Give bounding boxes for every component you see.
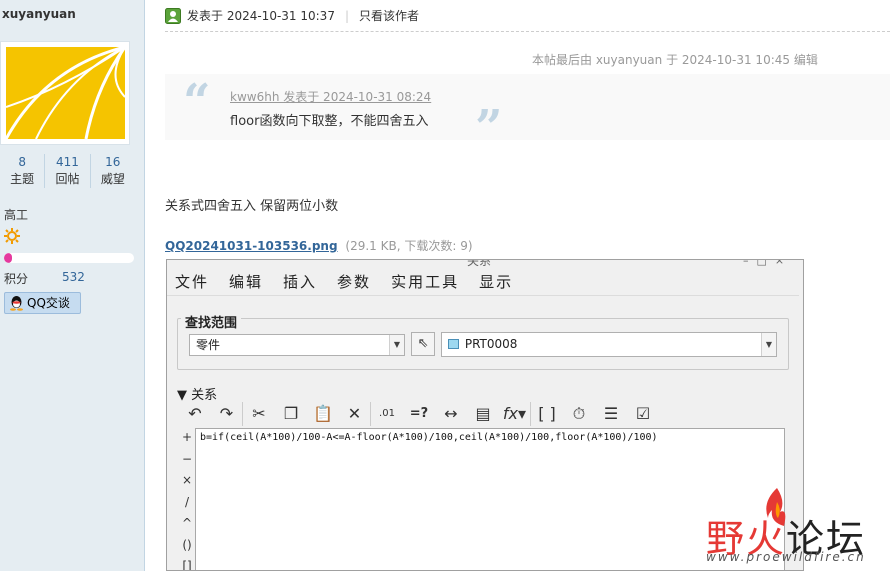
level-progress-fill [4, 253, 12, 263]
operator-plus[interactable]: + [181, 430, 193, 452]
operator-minus[interactable]: − [181, 452, 193, 474]
parameters-icon[interactable]: [ ] [531, 402, 563, 426]
quote-text: floor函数向下取整，不能四舍五入 [230, 114, 429, 129]
menu-display[interactable]: 显示 [477, 268, 521, 295]
scope-model-value: PRT0008 [464, 337, 518, 351]
stat-value: 8 [18, 155, 26, 169]
stat-value: 411 [56, 155, 79, 169]
undo-icon[interactable]: ↶ [179, 402, 211, 426]
post-timestamp: 发表于 2024-10-31 10:37 [187, 9, 335, 23]
operator-multiply[interactable]: × [181, 473, 193, 495]
qq-penguin-icon [10, 296, 23, 311]
attachment-link[interactable]: QQ20241031-103536.png [165, 239, 338, 253]
menu-file[interactable]: 文件 [173, 268, 217, 295]
window-controls: –□× [743, 259, 793, 267]
attachment-meta: (29.1 KB, 下载次数: 9) [345, 239, 473, 253]
author-stats: 8 主题 411 回帖 16 威望 [0, 154, 135, 188]
qq-chat-label: QQ交谈 [27, 296, 70, 310]
part-icon [448, 339, 459, 349]
redo-icon[interactable]: ↷ [211, 402, 243, 426]
forum-watermark: 野火论坛 www.proewildfire.cn [700, 488, 890, 571]
level-progress-bar [4, 253, 134, 263]
points-label: 积分 [4, 272, 29, 286]
menu-parameters[interactable]: 参数 [335, 268, 379, 295]
stat-replies[interactable]: 411 回帖 [45, 154, 91, 188]
paste-icon[interactable]: 📋 [307, 402, 339, 426]
evaluate-icon[interactable]: =? [403, 402, 435, 426]
points-value: 532 [62, 270, 85, 284]
avatar[interactable] [6, 47, 125, 139]
operator-buttons: + − × / ^ () [] [181, 430, 193, 570]
list-icon[interactable]: ☑ [627, 402, 659, 426]
header-divider [165, 31, 890, 32]
scope-legend: 查找范围 [181, 312, 242, 331]
copy-icon[interactable]: ❐ [275, 402, 307, 426]
verify-icon[interactable]: ⏱ [563, 402, 595, 426]
stat-label: 威望 [100, 172, 125, 186]
sort-icon[interactable]: ☰ [595, 402, 627, 426]
scope-type-select[interactable]: 零件 ▼ [189, 334, 405, 356]
function-icon[interactable]: fx▾ [499, 402, 531, 426]
relation-text: b=if(ceil(A*100)/100-A<=A-floor(A*100)/1… [200, 432, 658, 443]
chevron-down-icon: ▼ [761, 333, 776, 356]
author-sidebar: xuyanyuan 8 主题 411 回帖 16 威望 高工 积分 532 QQ… [0, 0, 145, 571]
edit-note: 本帖最后由 xuyanyuan 于 2024-10-31 10:45 编辑 [532, 53, 818, 67]
quote-author-link[interactable]: kww6hh 发表于 2024-10-31 08:24 [230, 88, 431, 105]
stat-label: 回帖 [55, 172, 80, 186]
post-header: 发表于 2024-10-31 10:37 | 只看该作者 [165, 7, 419, 24]
forum-post-page: xuyanyuan 8 主题 411 回帖 16 威望 高工 积分 532 QQ… [0, 0, 890, 571]
relations-editor[interactable]: b=if(ceil(A*100)/100-A<=A-floor(A*100)/1… [195, 428, 785, 570]
author-username[interactable]: xuyanyuan [2, 7, 76, 21]
watermark-url: www.proewildfire.cn [706, 550, 866, 564]
operator-power[interactable]: ^ [181, 516, 193, 538]
qq-chat-button[interactable]: QQ交谈 [4, 292, 81, 314]
operator-parens[interactable]: () [181, 538, 193, 560]
close-quote-icon: ” [475, 100, 503, 156]
properties-icon[interactable]: ▤ [467, 402, 499, 426]
stat-label: 主题 [10, 172, 35, 186]
operator-divide[interactable]: / [181, 495, 193, 517]
attachment: QQ20241031-103536.png (29.1 KB, 下载次数: 9) [165, 237, 473, 254]
open-quote-icon: “ [183, 74, 211, 130]
menu-bar: 文件 编辑 插入 参数 实用工具 显示 [167, 268, 799, 296]
menu-edit[interactable]: 编辑 [227, 268, 271, 295]
user-rank: 高工 [4, 208, 29, 222]
scope-model-select[interactable]: PRT0008 ▼ [441, 332, 777, 357]
operator-brackets[interactable]: [] [181, 559, 193, 570]
menu-insert[interactable]: 插入 [281, 268, 325, 295]
relations-section-header[interactable]: ▼ 关系 [177, 384, 217, 403]
stat-threads[interactable]: 8 主题 [0, 154, 46, 188]
scope-type-value: 零件 [196, 338, 221, 352]
stat-prestige[interactable]: 16 威望 [91, 154, 135, 188]
online-status-icon [165, 7, 181, 24]
select-pointer-button[interactable]: ⇖ [411, 332, 435, 356]
chevron-down-icon: ▼ [389, 335, 404, 355]
sun-icon [4, 228, 20, 244]
relations-toolbar: ↶ ↷ ✂ ❐ 📋 ✕ .01 =? ↔ ▤ fx▾ [ ] ⏱ ☰ ☑ [179, 402, 659, 426]
avatar-frame[interactable] [0, 41, 130, 145]
stat-value: 16 [105, 155, 121, 169]
units-icon[interactable]: .01 [371, 402, 403, 426]
cut-icon[interactable]: ✂ [243, 402, 275, 426]
post-body: 关系式四舍五入 保留两位小数 [165, 199, 339, 214]
divider: | [344, 8, 349, 23]
pointer-icon: ⇖ [417, 336, 429, 351]
author-only-link[interactable]: 只看该作者 [359, 7, 419, 24]
quote-block: “ kww6hh 发表于 2024-10-31 08:24 floor函数向下取… [165, 74, 890, 152]
delete-icon[interactable]: ✕ [339, 402, 371, 426]
menu-utilities[interactable]: 实用工具 [389, 268, 467, 295]
dimension-icon[interactable]: ↔ [435, 402, 467, 426]
